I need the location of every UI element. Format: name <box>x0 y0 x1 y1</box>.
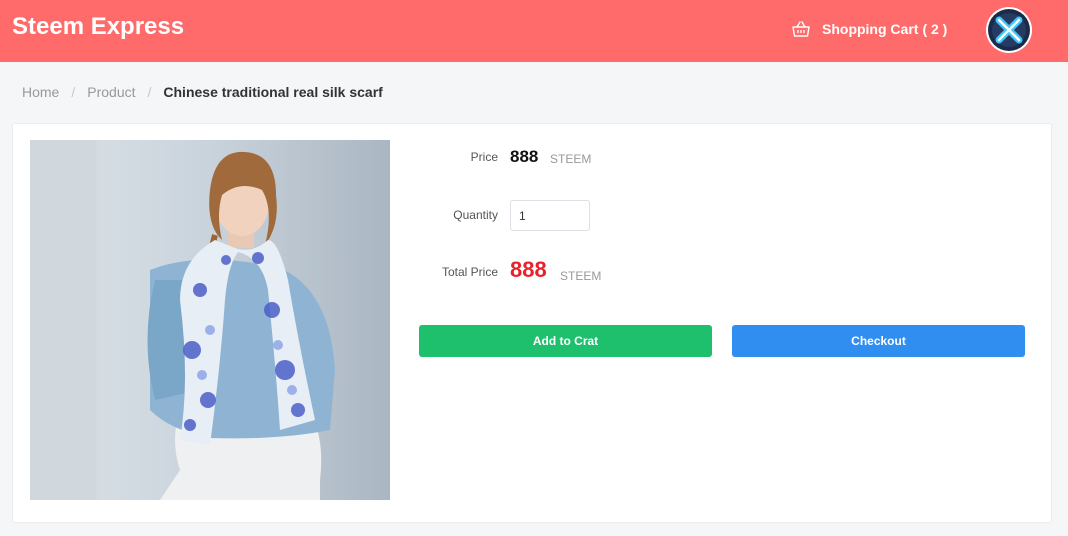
quantity-input[interactable] <box>510 200 590 231</box>
product-image <box>30 140 390 500</box>
add-to-cart-button[interactable]: Add to Crat <box>419 325 712 357</box>
top-bar: Steem Express Shopping Cart ( 2 ) <box>0 0 1068 62</box>
cart-label: Shopping Cart <box>822 21 919 37</box>
breadcrumb-current: Chinese traditional real silk scarf <box>163 84 383 100</box>
breadcrumb-separator: / <box>71 84 76 100</box>
product-card: Price 888 STEEM Quantity Total Price 888… <box>12 123 1052 523</box>
breadcrumb-home[interactable]: Home <box>22 84 59 100</box>
shopping-cart-link[interactable]: Shopping Cart ( 2 ) <box>791 18 947 40</box>
quantity-label: Quantity <box>453 208 498 222</box>
checkout-button[interactable]: Checkout <box>732 325 1025 357</box>
total-price-value: 888 <box>510 257 547 282</box>
breadcrumb-product[interactable]: Product <box>87 84 135 100</box>
price-currency: STEEM <box>550 152 592 166</box>
brand-title[interactable]: Steem Express <box>12 13 184 41</box>
total-currency: STEEM <box>560 269 602 283</box>
steem-x-logo-icon <box>988 9 1030 51</box>
price-value: 888 <box>510 147 539 166</box>
total-price-label: Total Price <box>441 265 498 279</box>
cart-count: ( 2 ) <box>922 21 948 37</box>
breadcrumb: Home / Product / Chinese traditional rea… <box>22 83 383 101</box>
breadcrumb-separator: / <box>147 84 152 100</box>
basket-icon <box>791 19 811 39</box>
avatar[interactable] <box>986 7 1032 53</box>
price-label: Price <box>470 150 498 164</box>
